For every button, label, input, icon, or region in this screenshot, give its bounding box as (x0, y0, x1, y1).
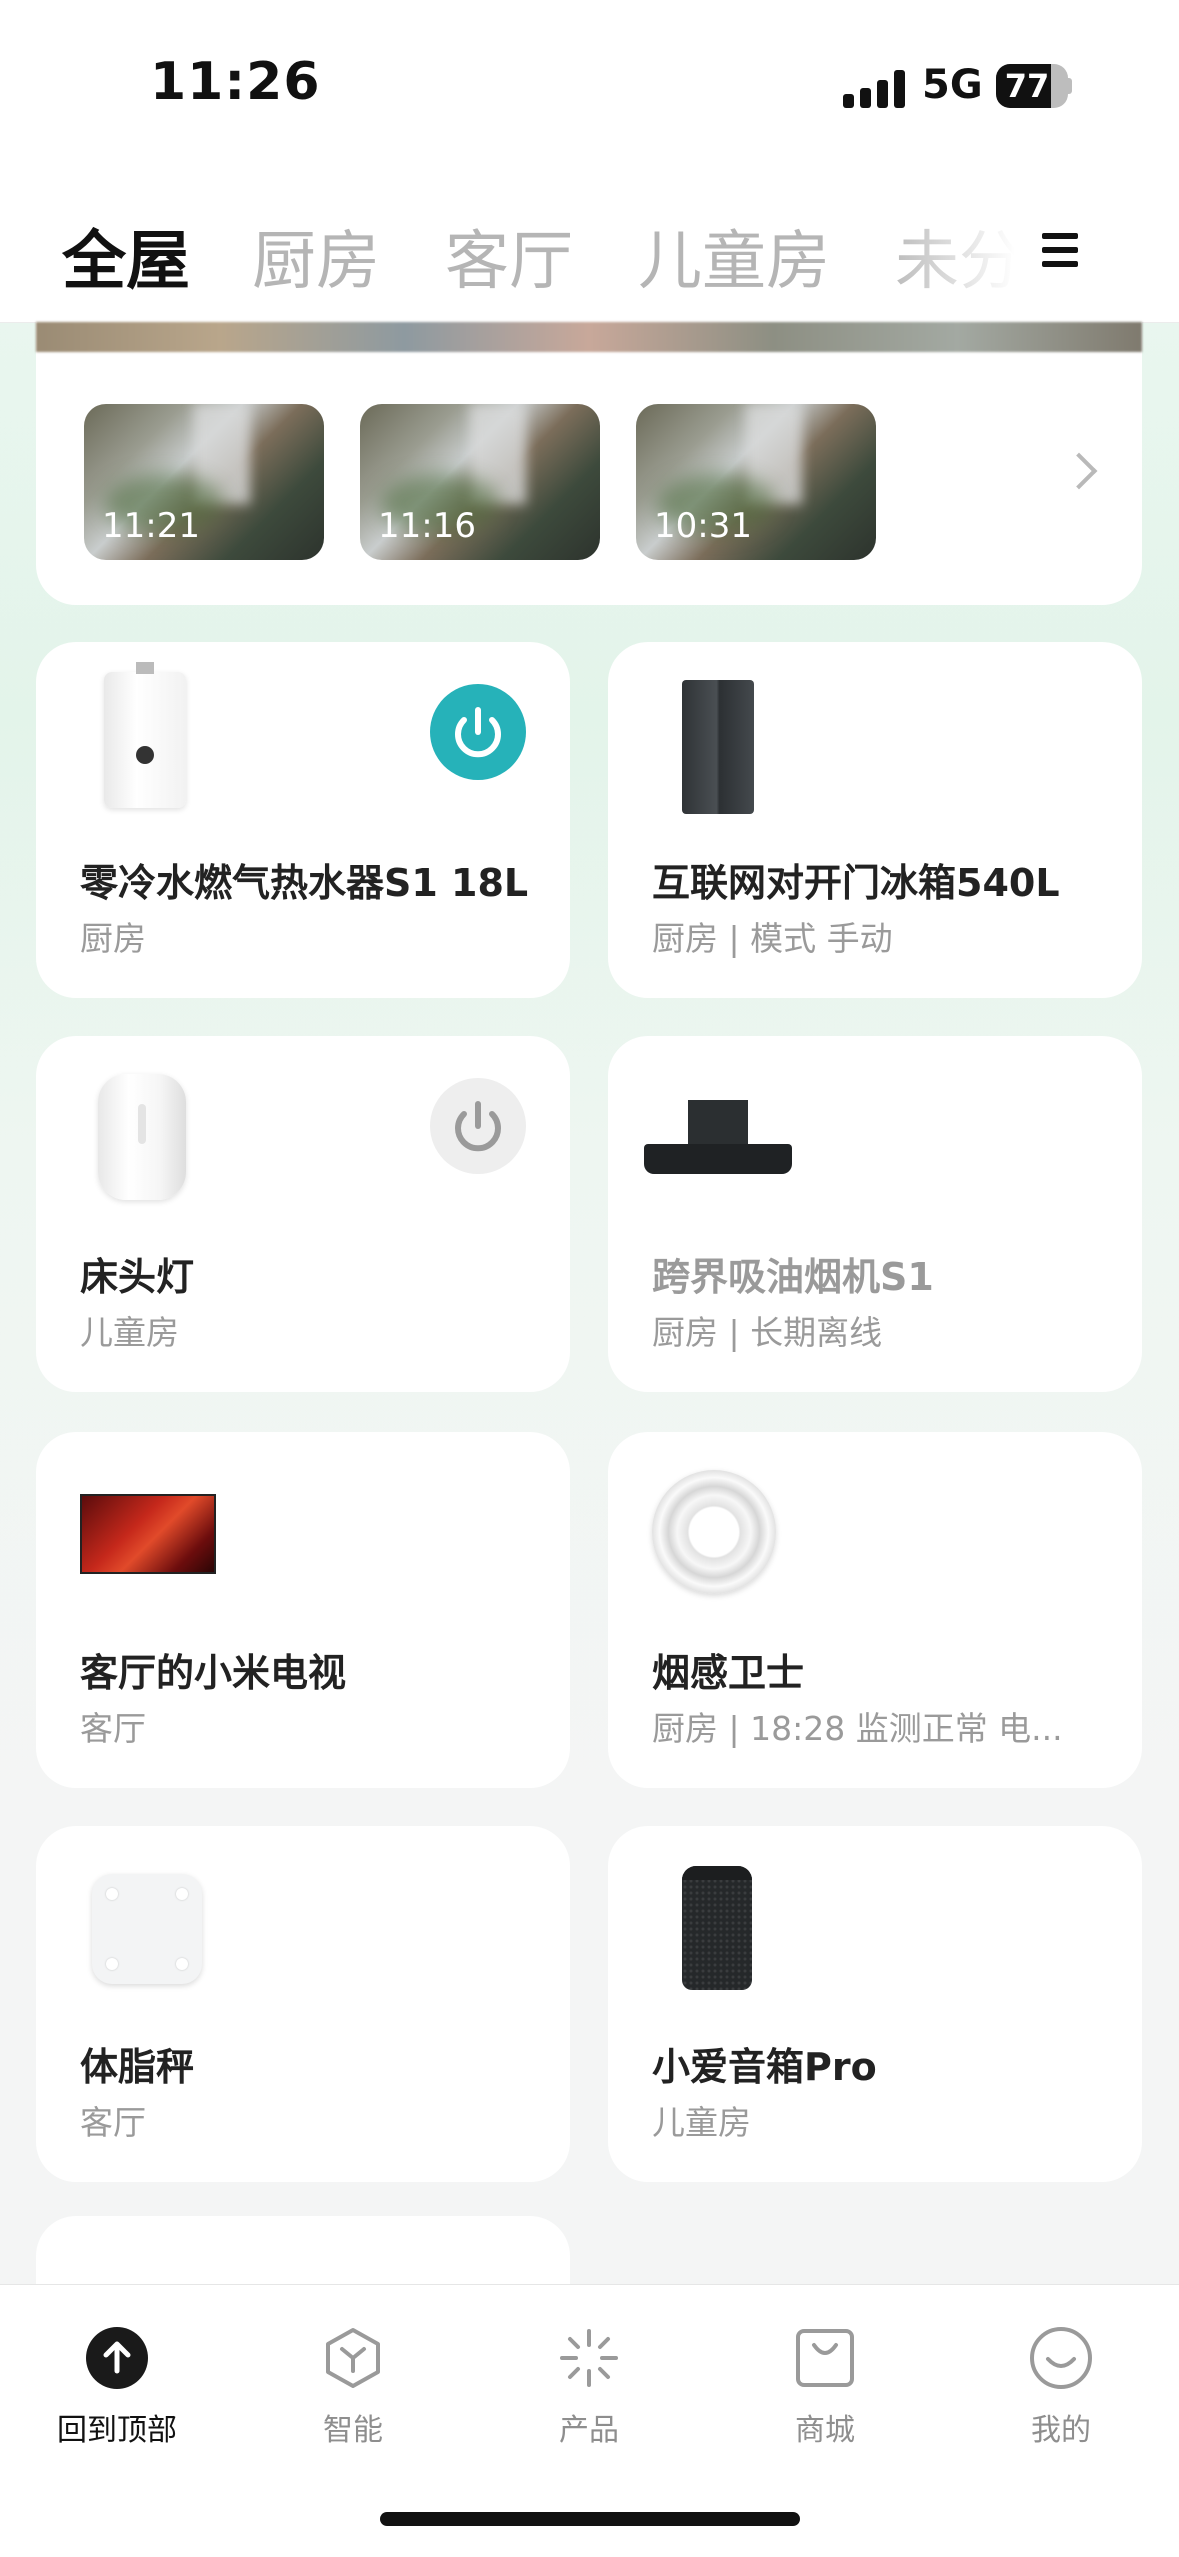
device-name: 体脂秤 (80, 2045, 195, 2089)
device-status: 厨房 | 模式 手动 (652, 919, 893, 958)
device-name: 跨界吸油烟机S1 (652, 1255, 934, 1299)
power-icon (455, 707, 501, 758)
device-card-bedside-lamp[interactable]: 床头灯 儿童房 (36, 1036, 570, 1392)
nav-profile[interactable]: 我的 (976, 2325, 1146, 2449)
power-button[interactable] (430, 1078, 526, 1174)
tab-all-rooms[interactable]: 全屋 (62, 210, 190, 302)
television-icon (80, 1494, 216, 1574)
device-status: 厨房 | 长期离线 (652, 1313, 883, 1352)
device-card-television[interactable]: 客厅的小米电视 客厅 (36, 1432, 570, 1788)
room-tabs: 全屋 厨房 客厅 儿童房 未分 (0, 170, 1179, 323)
nav-label: 智能 (323, 2413, 383, 2448)
device-name: 床头灯 (80, 1255, 195, 1299)
cube-icon (320, 2325, 386, 2391)
device-room: 厨房 (80, 919, 146, 958)
refrigerator-icon (682, 680, 754, 814)
water-heater-icon (104, 662, 186, 808)
clip-time: 10:31 (654, 506, 752, 546)
nav-label: 回到顶部 (57, 2413, 177, 2448)
device-name: 烟感卫士 (652, 1651, 805, 1695)
device-card-smoke-detector[interactable]: 烟感卫士 厨房 | 18:28 监测正常 电... (608, 1432, 1142, 1788)
power-icon (455, 1101, 501, 1152)
device-card-refrigerator[interactable]: 互联网对开门冰箱540L 厨房 | 模式 手动 (608, 642, 1142, 998)
device-room: 儿童房 (652, 2103, 751, 2142)
back-to-top-icon (84, 2325, 150, 2391)
nav-smart[interactable]: 智能 (268, 2325, 438, 2449)
bedside-lamp-icon (98, 1074, 186, 1200)
clip-time: 11:21 (102, 506, 200, 546)
nav-label: 产品 (559, 2413, 619, 2448)
device-room: 儿童房 (80, 1313, 179, 1352)
device-status: 厨房 | 18:28 监测正常 电... (652, 1709, 1063, 1748)
tab-kids-room[interactable]: 儿童房 (638, 210, 830, 302)
device-card-smart-speaker[interactable]: 小爱音箱Pro 儿童房 (608, 1826, 1142, 2182)
range-hood-icon (644, 1100, 792, 1196)
nav-products[interactable]: 产品 (504, 2325, 674, 2449)
device-name: 客厅的小米电视 (80, 1651, 347, 1695)
menu-icon[interactable] (1042, 233, 1080, 267)
camera-preview (36, 322, 1142, 352)
device-room: 客厅 (80, 2103, 146, 2142)
nav-label: 我的 (1031, 2413, 1091, 2448)
smile-icon (1028, 2325, 1094, 2391)
device-name: 小爱音箱Pro (652, 2045, 877, 2089)
device-card-water-heater[interactable]: 零冷水燃气热水器S1 18L 厨房 (36, 642, 570, 998)
smart-speaker-icon (682, 1866, 752, 1990)
camera-card[interactable]: 11:21 11:16 10:31 (36, 322, 1142, 605)
nav-back-to-top[interactable]: 回到顶部 (32, 2325, 202, 2449)
camera-clip[interactable]: 10:31 (636, 404, 876, 560)
status-bar: 11:26 5G 77 (0, 0, 1179, 170)
sparkle-icon (556, 2325, 622, 2391)
battery-icon: 77 (996, 64, 1072, 108)
battery-level: 77 (1004, 67, 1050, 105)
device-name: 零冷水燃气热水器S1 18L (80, 861, 529, 905)
device-card-range-hood[interactable]: 跨界吸油烟机S1 厨房 | 长期离线 (608, 1036, 1142, 1392)
smoke-detector-icon (652, 1470, 776, 1594)
tab-living-room[interactable]: 客厅 (445, 210, 573, 302)
tab-kitchen[interactable]: 厨房 (252, 210, 380, 302)
nav-store[interactable]: 商城 (740, 2325, 910, 2449)
signal-strength-icon (843, 68, 905, 108)
nav-label: 商城 (795, 2413, 855, 2448)
device-room: 客厅 (80, 1709, 146, 1748)
shopping-bag-icon (792, 2325, 858, 2391)
camera-clip[interactable]: 11:16 (360, 404, 600, 560)
camera-clip[interactable]: 11:21 (84, 404, 324, 560)
home-indicator[interactable] (380, 2512, 800, 2526)
network-type: 5G (922, 62, 983, 108)
clip-time: 11:16 (378, 506, 476, 546)
device-card-body-fat-scale[interactable]: 体脂秤 客厅 (36, 1826, 570, 2182)
body-fat-scale-icon (92, 1874, 202, 1984)
power-button[interactable] (430, 684, 526, 780)
device-name: 互联网对开门冰箱540L (652, 861, 1060, 905)
status-time: 11:26 (150, 52, 321, 112)
chevron-right-icon[interactable] (1060, 452, 1098, 490)
